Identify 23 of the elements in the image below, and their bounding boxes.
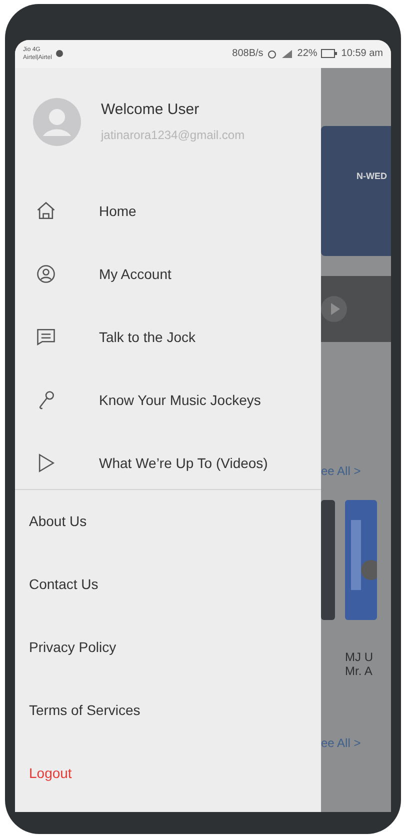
avatar-icon	[33, 98, 81, 146]
menu-item[interactable]: Home	[15, 180, 321, 242]
chat-icon	[35, 326, 57, 348]
clock: 10:59 am	[341, 47, 383, 61]
video-caption: Mr. A	[345, 664, 374, 678]
menu-link[interactable]: Contact Us	[15, 552, 321, 616]
menu-item[interactable]: Know Your Music Jockeys	[15, 368, 321, 432]
menu-item[interactable]: My Account	[15, 242, 321, 306]
logout-link[interactable]: Logout	[15, 742, 321, 804]
menu-link[interactable]: Terms of Services	[15, 678, 321, 742]
banner-text: N-WED	[356, 170, 387, 182]
play-icon	[321, 296, 347, 322]
video-caption: MJ U	[345, 650, 374, 664]
battery-icon	[321, 49, 338, 58]
network-speed: 808B/s	[232, 47, 264, 61]
battery-percent: 22%	[297, 47, 318, 61]
menu-link[interactable]: Privacy Policy	[15, 616, 321, 678]
user-name: Welcome User	[101, 100, 200, 120]
user-email: jatinarora1234@gmail.com	[101, 126, 245, 144]
menu-item[interactable]: Talk to the Jock	[15, 306, 321, 368]
account-icon	[35, 263, 57, 285]
signal-icon	[281, 48, 294, 58]
home-icon	[35, 200, 57, 222]
